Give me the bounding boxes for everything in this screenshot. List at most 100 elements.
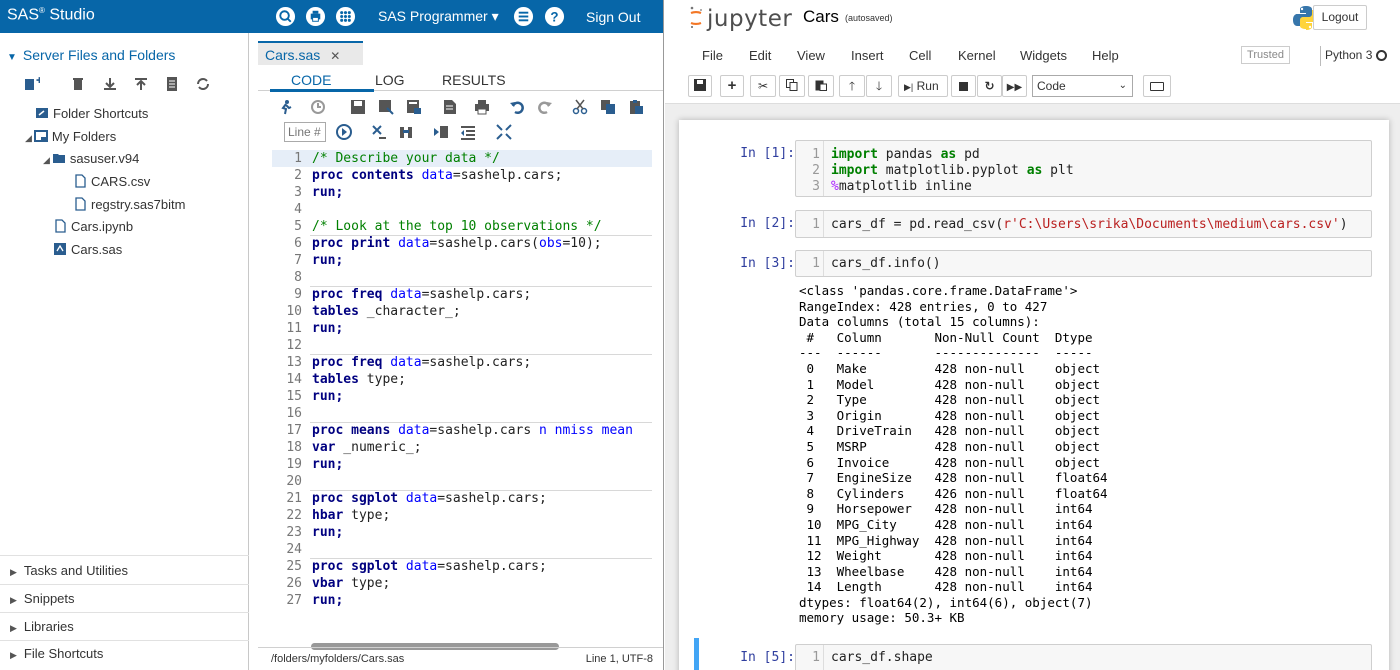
go-to-line-icon[interactable] [336, 124, 352, 140]
code-cell-2[interactable]: 1cars_df = pd.read_csv(r'C:\Users\srika\… [795, 210, 1372, 238]
code-line[interactable]: 2proc contents data=sashelp.cars; [272, 167, 652, 184]
command-palette-button[interactable] [1143, 75, 1171, 97]
tree-folder-shortcuts[interactable]: Folder Shortcuts [35, 106, 148, 121]
menu-help[interactable]: Help [1092, 48, 1119, 63]
code-line[interactable]: 23run; [272, 524, 652, 541]
properties-icon[interactable] [164, 76, 180, 92]
save-button[interactable] [688, 75, 712, 97]
code-line[interactable]: 7run; [272, 252, 652, 269]
upload-icon[interactable] [133, 76, 149, 92]
code-line[interactable]: 22hbar type; [272, 507, 652, 524]
cut-icon[interactable] [572, 99, 588, 115]
panel-snippets[interactable]: ▶Snippets [10, 591, 75, 606]
code-line[interactable]: 25proc sgplot data=sashelp.cars; [272, 558, 652, 575]
cut-button[interactable]: ✂ [750, 75, 776, 97]
print-icon[interactable] [474, 99, 490, 115]
server-files-panel-header[interactable]: ▼Server Files and Folders [7, 47, 175, 63]
panel-file-shortcuts[interactable]: ▶File Shortcuts [10, 646, 103, 661]
menu-widgets[interactable]: Widgets [1020, 48, 1067, 63]
code-line[interactable]: 20 [272, 473, 652, 490]
insert-cell-button[interactable]: + [720, 75, 744, 97]
tab-cars-sas[interactable]: Cars.sas✕ [258, 41, 363, 65]
jupyter-logo[interactable]: jupyter [689, 4, 792, 32]
save-as-icon[interactable] [378, 99, 394, 115]
code-editor[interactable]: 1/* Describe your data */2proc contents … [272, 150, 652, 609]
code-line[interactable]: 5/* Look at the top 10 observations */ [272, 218, 652, 235]
code-line[interactable]: 11run; [272, 320, 652, 337]
tree-sasuser[interactable]: ◢sasuser.v94 [43, 151, 139, 166]
move-down-button[interactable]: 🡓 [866, 75, 892, 97]
code-line[interactable]: 8 [272, 269, 652, 286]
help-icon[interactable]: ? [544, 6, 565, 27]
save-icon[interactable] [350, 99, 366, 115]
cell-type-select[interactable]: Code⌄ [1032, 75, 1133, 97]
restart-run-all-button[interactable]: ▶▶ [1002, 75, 1027, 97]
code-line[interactable]: 9proc freq data=sashelp.cars; [272, 286, 652, 303]
history-icon[interactable] [310, 99, 326, 115]
code-line[interactable]: 13proc freq data=sashelp.cars; [272, 354, 652, 371]
refresh-icon[interactable] [195, 76, 211, 92]
paste-icon[interactable] [628, 99, 644, 115]
code-cell-5[interactable]: 1cars_df.shape [795, 644, 1372, 670]
clear-icon[interactable] [371, 124, 387, 140]
close-icon[interactable]: ✕ [330, 49, 340, 63]
tree-regstry[interactable]: regstry.sas7bitm [73, 197, 185, 212]
paste-button[interactable] [808, 75, 834, 97]
line-number-input[interactable] [284, 122, 326, 142]
export-icon[interactable] [406, 99, 422, 115]
panel-tasks-and-utilities[interactable]: ▶Tasks and Utilities [10, 563, 128, 578]
delete-icon[interactable] [70, 76, 86, 92]
panel-libraries[interactable]: ▶Libraries [10, 619, 74, 634]
format-code-icon[interactable] [398, 124, 414, 140]
notebook-title[interactable]: Cars [803, 7, 839, 27]
code-line[interactable]: 10tables _character_; [272, 303, 652, 320]
kernel-name[interactable]: Python 3 [1325, 48, 1372, 62]
run-button[interactable]: ▶| Run [898, 75, 948, 97]
tree-my-folders[interactable]: ◢My Folders [25, 129, 116, 144]
menu-cell[interactable]: Cell [909, 48, 931, 63]
indent-icon[interactable] [433, 124, 449, 140]
tree-cars-csv[interactable]: CARS.csv [73, 174, 150, 189]
redo-icon[interactable] [537, 99, 553, 115]
tab-log[interactable]: LOG [375, 72, 405, 88]
menu-kernel[interactable]: Kernel [958, 48, 996, 63]
menu-list-icon[interactable] [513, 6, 534, 27]
copy-icon[interactable] [600, 99, 616, 115]
new-item-icon[interactable]: ✚ [24, 76, 40, 92]
code-line[interactable]: 12 [272, 337, 652, 354]
maximize-icon[interactable] [496, 124, 512, 140]
sign-out-link[interactable]: Sign Out [586, 9, 640, 25]
tab-code[interactable]: CODE [291, 72, 331, 88]
code-line[interactable]: 14tables type; [272, 371, 652, 388]
download-icon[interactable] [102, 76, 118, 92]
code-cell-1[interactable]: 1import pandas as pd 2import matplotlib.… [795, 140, 1372, 197]
trusted-badge[interactable]: Trusted [1241, 46, 1290, 64]
code-line[interactable]: 17proc means data=sashelp.cars n nmiss m… [272, 422, 652, 439]
restart-button[interactable]: ↻ [977, 75, 1002, 97]
tree-cars-sas[interactable]: Cars.sas [53, 242, 122, 257]
move-up-button[interactable]: 🡑 [839, 75, 865, 97]
menu-file[interactable]: File [702, 48, 723, 63]
search-icon[interactable] [275, 6, 296, 27]
code-line[interactable]: 16 [272, 405, 652, 422]
code-line[interactable]: 4 [272, 201, 652, 218]
apps-grid-icon[interactable] [335, 6, 356, 27]
code-line[interactable]: 15run; [272, 388, 652, 405]
outdent-icon[interactable] [460, 124, 476, 140]
interrupt-button[interactable] [951, 75, 976, 97]
code-cell-3[interactable]: 1cars_df.info() [795, 250, 1372, 277]
code-line[interactable]: 1/* Describe your data */ [272, 150, 652, 167]
document-icon[interactable] [442, 99, 458, 115]
code-line[interactable]: 27run; [272, 592, 652, 609]
tree-cars-ipynb[interactable]: Cars.ipynb [53, 219, 133, 234]
menu-view[interactable]: View [797, 48, 825, 63]
menu-insert[interactable]: Insert [851, 48, 884, 63]
code-line[interactable]: 19run; [272, 456, 652, 473]
menu-edit[interactable]: Edit [749, 48, 771, 63]
code-line[interactable]: 3run; [272, 184, 652, 201]
code-line[interactable]: 6proc print data=sashelp.cars(obs=10); [272, 235, 652, 252]
tab-results[interactable]: RESULTS [442, 72, 506, 88]
copy-button[interactable] [779, 75, 805, 97]
print-icon[interactable] [305, 6, 326, 27]
logout-button[interactable]: Logout [1313, 5, 1367, 30]
